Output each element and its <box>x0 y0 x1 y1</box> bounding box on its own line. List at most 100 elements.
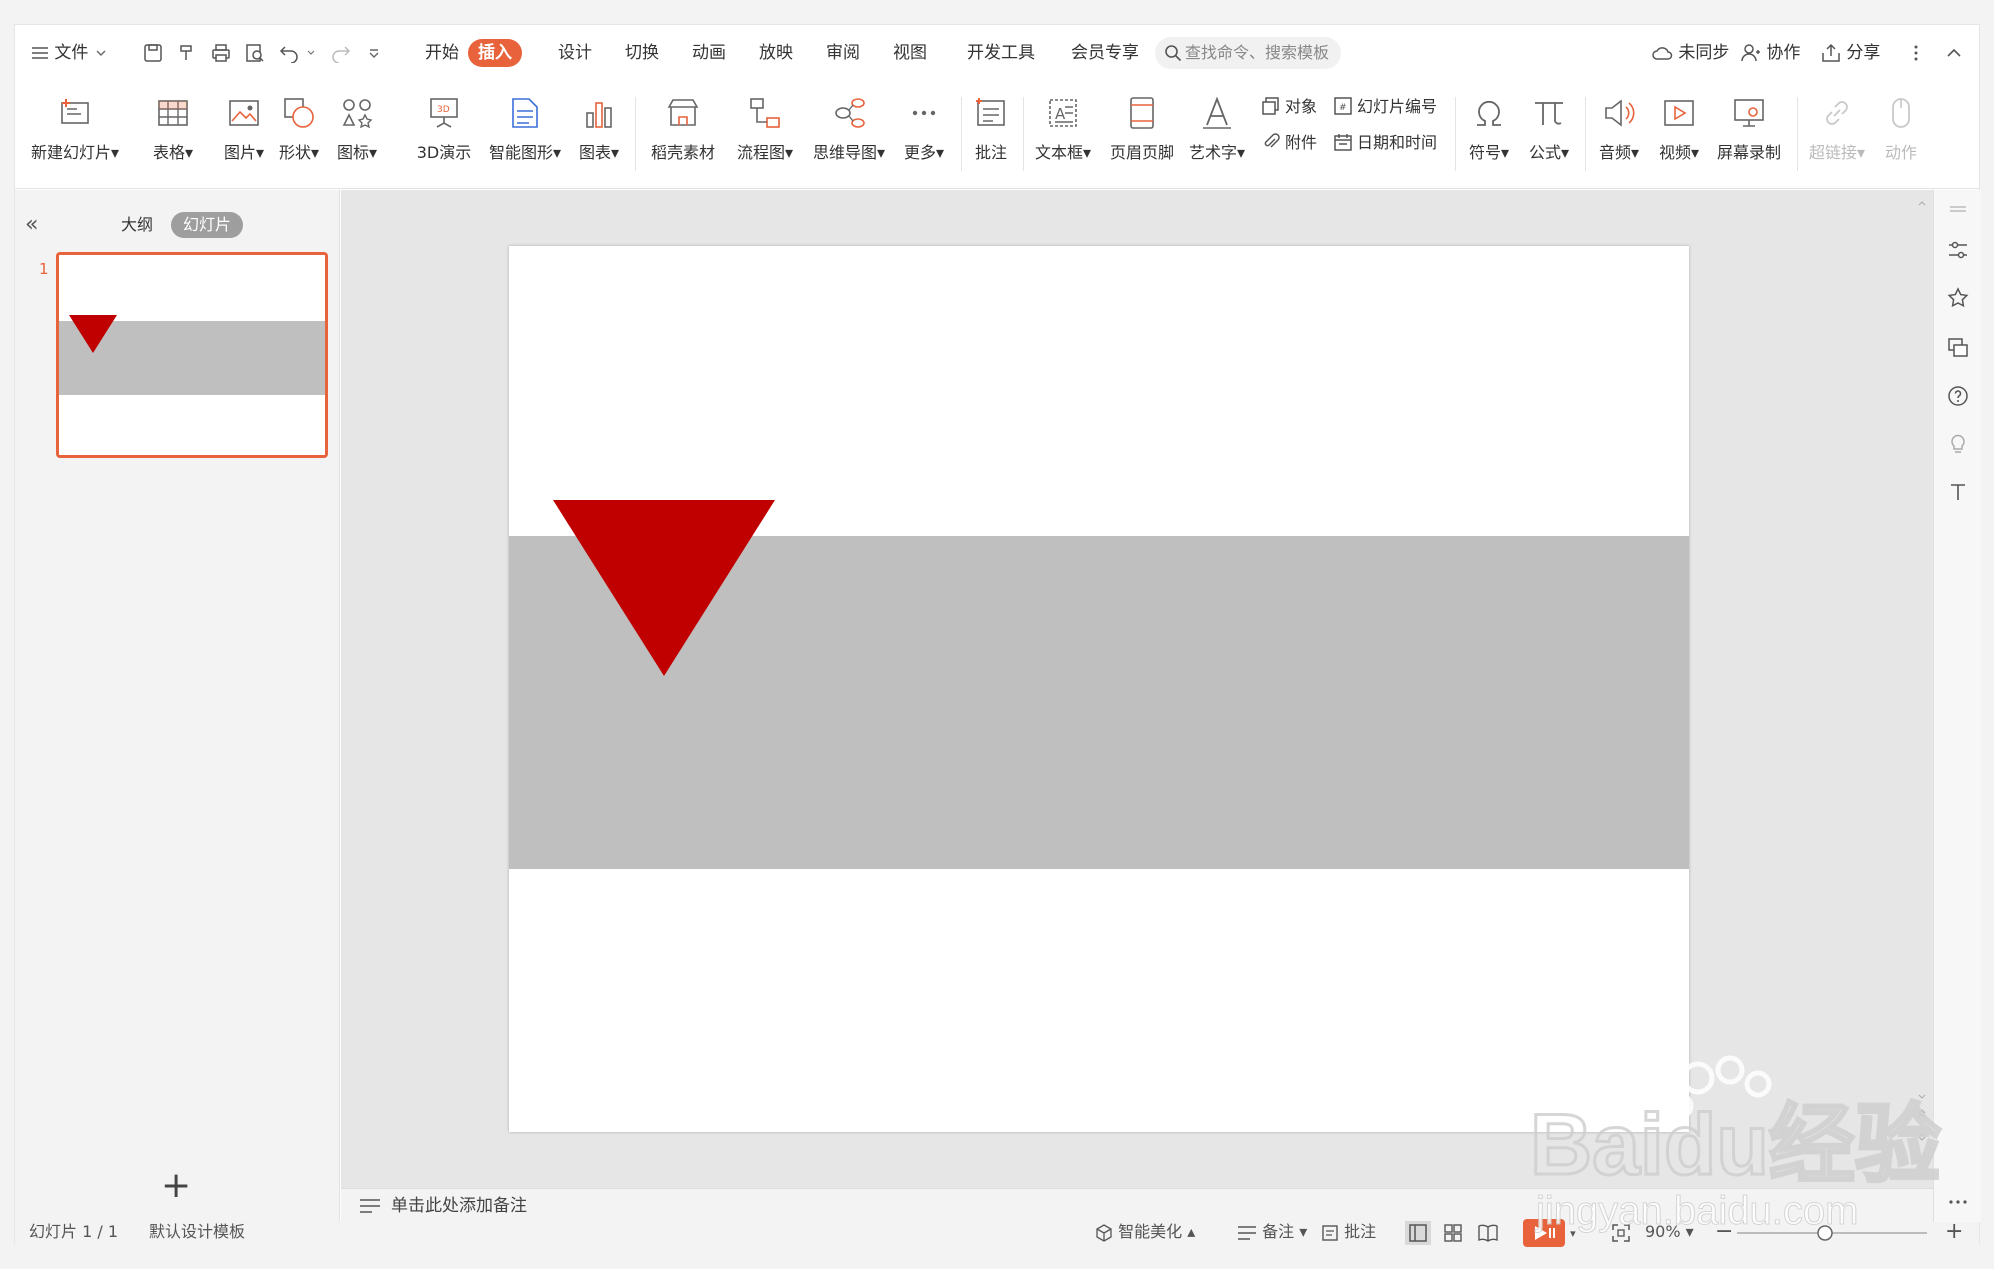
chart-button[interactable]: 图表▾ <box>575 89 623 181</box>
save-button[interactable] <box>143 39 163 67</box>
lightbulb-icon[interactable] <box>1946 432 1970 456</box>
slide-number-button[interactable]: # 幻灯片编号 <box>1333 93 1437 121</box>
tab-transition[interactable]: 切换 <box>615 39 669 67</box>
adjust-settings-icon[interactable] <box>1946 238 1970 262</box>
shape-button[interactable]: 形状▾ <box>275 89 323 181</box>
flowchart-button[interactable]: 流程图▾ <box>733 89 797 181</box>
icon-button[interactable]: 图标▾ <box>333 89 381 181</box>
drag-handle-icon[interactable] <box>1946 198 1970 222</box>
file-menu-label: 文件 <box>54 43 89 63</box>
tab-insert[interactable]: 插入 <box>468 39 522 67</box>
tab-review[interactable]: 审阅 <box>816 39 870 67</box>
tab-member[interactable]: 会员专享 <box>1061 39 1149 67</box>
screen-record-button[interactable]: 屏幕录制 <box>1713 89 1785 181</box>
format-painter-button[interactable] <box>177 39 197 67</box>
table-button[interactable]: 表格▾ <box>149 89 197 181</box>
notes-toggle-button[interactable]: 备注 ▾ <box>1237 1216 1307 1248</box>
3d-demo-button[interactable]: 3D 3D演示 <box>413 89 475 181</box>
customize-toolbar-button[interactable] <box>367 39 381 67</box>
new-slide-button[interactable]: 新建幻灯片▾ <box>29 89 121 181</box>
more-options-button[interactable] <box>1913 39 1919 67</box>
comment-label: 批注 <box>1344 1222 1377 1241</box>
file-menu[interactable]: 文件 <box>31 39 108 67</box>
zoom-level-dropdown[interactable]: 90% ▾ <box>1645 1216 1694 1248</box>
mindmap-button[interactable]: 思维导图▾ <box>809 89 889 181</box>
tab-animation[interactable]: 动画 <box>682 39 736 67</box>
share-button[interactable]: 分享 <box>1821 39 1880 67</box>
header-footer-button[interactable]: 页眉页脚 <box>1107 89 1177 181</box>
star-icon[interactable] <box>1946 286 1970 310</box>
share-icon <box>1822 43 1840 62</box>
tab-developer[interactable]: 开发工具 <box>957 39 1045 67</box>
print-preview-button[interactable] <box>245 39 265 67</box>
grid-view-icon <box>1444 1223 1462 1242</box>
tab-home[interactable]: 开始 <box>415 39 469 67</box>
tab-slideshow[interactable]: 放映 <box>749 39 803 67</box>
collapse-ribbon-button[interactable] <box>1945 39 1963 67</box>
tab-slides[interactable]: 幻灯片 <box>171 212 244 238</box>
formula-button[interactable]: 公式▾ <box>1525 89 1573 181</box>
hyperlink-button[interactable]: 超链接▾ <box>1805 89 1869 181</box>
slide-canvas[interactable] <box>509 246 1689 1132</box>
more-horizontal-icon[interactable] <box>1946 1190 1970 1214</box>
datetime-button[interactable]: 日期和时间 <box>1333 129 1437 157</box>
material-button[interactable]: 稻壳素材 <box>647 89 719 181</box>
more-insert-button[interactable]: 更多▾ <box>899 89 949 181</box>
video-button[interactable]: 视频▾ <box>1655 89 1703 181</box>
vertical-scrollbar[interactable] <box>1915 195 1929 1155</box>
collapse-panel-icon[interactable]: « <box>25 212 38 237</box>
zoom-out-button[interactable]: − <box>1715 1216 1733 1248</box>
fit-window-button[interactable] <box>1611 1216 1631 1248</box>
zoom-in-button[interactable]: + <box>1945 1216 1963 1248</box>
action-button[interactable]: 动作 <box>1877 89 1925 181</box>
comment-toggle-button[interactable]: 批注 <box>1321 1216 1376 1248</box>
text-style-icon[interactable] <box>1946 480 1970 504</box>
slide-thumbnail[interactable] <box>56 252 328 458</box>
ribbon-label: 思维导图 <box>812 143 877 162</box>
ribbon-label: 图标 <box>336 143 369 162</box>
more-horizontal-icon <box>912 110 936 116</box>
template-name-status[interactable]: 默认设计模板 <box>149 1216 245 1248</box>
sorter-view-button[interactable] <box>1443 1216 1463 1248</box>
wordart-button[interactable]: 艺术字▾ <box>1185 89 1249 181</box>
slide-thumbnail-panel: « 大纲 幻灯片 1 + <box>15 190 340 1222</box>
add-slide-button[interactable]: + <box>161 1168 191 1204</box>
undo-button[interactable] <box>279 39 316 67</box>
ribbon-label: 公式 <box>1528 143 1561 162</box>
play-slideshow-button[interactable]: ▾ <box>1523 1216 1576 1248</box>
help-icon[interactable] <box>1946 384 1970 408</box>
comment-button[interactable]: 批注 <box>969 89 1013 181</box>
sync-status-button[interactable]: 未同步 <box>1651 39 1729 67</box>
ribbon-label: 附件 <box>1285 133 1318 152</box>
zoom-slider[interactable] <box>1737 1216 1927 1248</box>
textbox-button[interactable]: A 文本框▾ <box>1031 89 1095 181</box>
tab-label: 开发工具 <box>967 43 1035 63</box>
collaborate-button[interactable]: 协作 <box>1741 39 1800 67</box>
normal-view-button[interactable] <box>1405 1216 1431 1248</box>
command-search-input[interactable]: 查找命令、搜索模板 <box>1155 37 1341 69</box>
object-button[interactable]: 对象 <box>1261 93 1317 121</box>
smart-beautify-button[interactable]: 智能美化 ▴ <box>1095 1216 1195 1248</box>
chevron-down-icon: ▾ <box>1570 1227 1576 1240</box>
comment-icon <box>1322 1224 1338 1241</box>
speaker-icon <box>1605 99 1635 127</box>
attachment-button[interactable]: 附件 <box>1261 129 1317 157</box>
copy-slides-icon[interactable] <box>1946 336 1970 360</box>
reading-view-button[interactable] <box>1477 1216 1499 1248</box>
tab-design[interactable]: 设计 <box>548 39 602 67</box>
notes-placeholder: 单击此处添加备注 <box>391 1196 527 1216</box>
tab-view[interactable]: 视图 <box>883 39 937 67</box>
tab-label: 设计 <box>558 43 592 63</box>
audio-button[interactable]: 音频▾ <box>1595 89 1643 181</box>
redo-button[interactable] <box>329 39 351 67</box>
screen-record-icon <box>1734 99 1764 127</box>
ribbon-label: 日期和时间 <box>1357 133 1438 152</box>
smartart-button[interactable]: 智能图形▾ <box>485 89 565 181</box>
smartart-icon <box>512 98 538 128</box>
tab-outline[interactable]: 大纲 <box>109 212 165 238</box>
comment-icon <box>976 98 1005 126</box>
print-button[interactable] <box>211 39 231 67</box>
ribbon-label: 屏幕录制 <box>1716 143 1781 162</box>
picture-button[interactable]: 图片▾ <box>220 89 268 181</box>
symbol-button[interactable]: 符号▾ <box>1465 89 1513 181</box>
